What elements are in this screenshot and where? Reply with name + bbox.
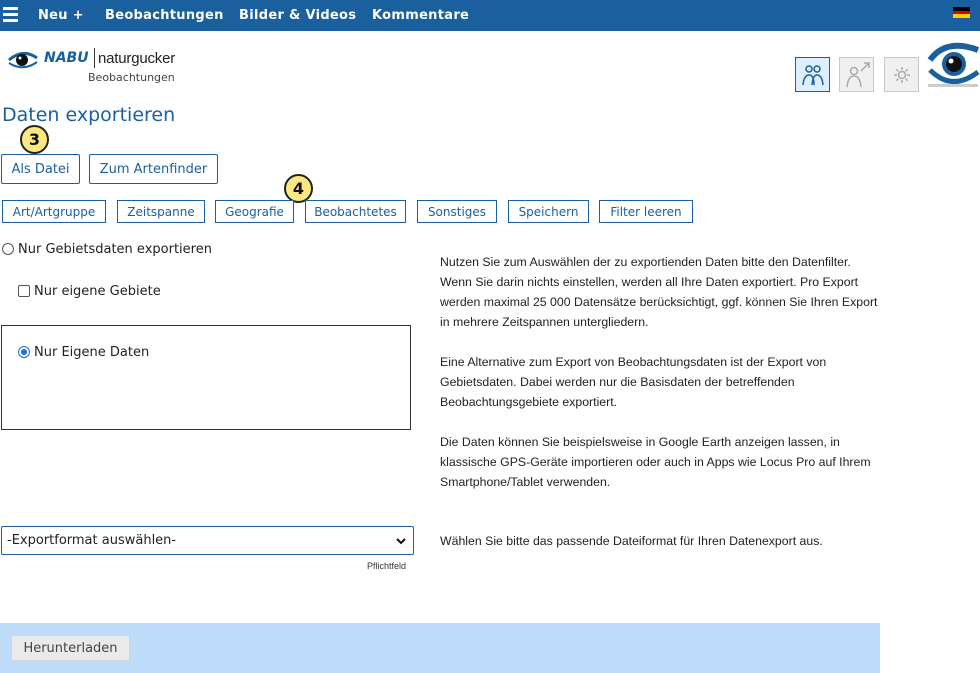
info-paragraph-2: Eine Alternative zum Export von Beobacht… xyxy=(440,355,827,409)
tab-speichern[interactable]: Speichern xyxy=(508,200,589,223)
nav-item-kommentare[interactable]: Kommentare xyxy=(372,8,469,23)
german-flag-icon[interactable] xyxy=(953,7,970,18)
people-icon xyxy=(801,64,824,85)
required-field-note: Pflichtfeld xyxy=(367,561,407,571)
eigene-daten-radio[interactable] xyxy=(18,346,30,358)
gebietsdaten-radio[interactable] xyxy=(2,243,14,255)
step-4-badge: 4 xyxy=(284,174,313,203)
eye-logo-icon xyxy=(8,52,38,69)
herunterladen-button[interactable]: Herunterladen xyxy=(11,635,130,661)
info-paragraph-3: Die Daten können Sie beispielsweise in G… xyxy=(440,435,871,489)
step-3-badge: 3 xyxy=(20,125,49,154)
logo-divider xyxy=(94,48,95,68)
nav-item-bilder-videos[interactable]: Bilder & Videos xyxy=(239,8,356,23)
als-datei-button[interactable]: Als Datei xyxy=(1,154,80,184)
person-share-icon xyxy=(845,61,870,87)
logo-name: naturgucker xyxy=(98,50,176,67)
tab-geografie[interactable]: Geografie xyxy=(215,200,294,223)
info-paragraph-1: Nutzen Sie zum Auswählen der zu exportie… xyxy=(440,255,878,329)
eigene-daten-label[interactable]: Nur Eigene Daten xyxy=(34,345,149,360)
tab-art-artgruppe[interactable]: Art/Artgruppe xyxy=(2,200,106,223)
eigene-gebiete-checkbox[interactable] xyxy=(18,285,30,297)
tab-zeitspanne[interactable]: Zeitspanne xyxy=(117,200,205,223)
hamburger-menu-icon[interactable] xyxy=(3,7,18,22)
zum-artenfinder-button[interactable]: Zum Artenfinder xyxy=(89,154,218,184)
eigene-daten-panel xyxy=(1,325,411,430)
naturgucker-eye-logo-icon xyxy=(927,42,980,87)
tab-sonstiges[interactable]: Sonstiges xyxy=(417,200,497,223)
export-format-hint: Wählen Sie bitte das passende Dateiforma… xyxy=(440,534,823,548)
logo-subtitle: Beobachtungen xyxy=(88,71,175,84)
export-format-selected: -Exportformat auswählen- xyxy=(7,533,177,548)
top-nav-bar: Neu + Beobachtungen Bilder & Videos Komm… xyxy=(0,0,980,31)
nav-item-neu[interactable]: Neu + xyxy=(38,8,84,23)
logo-brand: NABU xyxy=(44,50,89,66)
download-bar xyxy=(0,623,880,673)
export-format-select[interactable]: -Exportformat auswählen- xyxy=(1,526,414,555)
eigene-gebiete-label[interactable]: Nur eigene Gebiete xyxy=(34,284,161,299)
page-title: Daten exportieren xyxy=(2,104,176,126)
tab-beobachtetes[interactable]: Beobachtetes xyxy=(305,200,406,223)
gear-icon xyxy=(893,66,910,83)
gebietsdaten-label[interactable]: Nur Gebietsdaten exportieren xyxy=(18,242,212,257)
people-button[interactable] xyxy=(795,57,830,92)
nav-item-beobachtungen[interactable]: Beobachtungen xyxy=(105,8,224,23)
naturgucker-eye-logo[interactable] xyxy=(926,40,980,94)
settings-button[interactable] xyxy=(884,57,919,92)
person-share-button[interactable] xyxy=(839,57,874,92)
nabu-naturgucker-logo[interactable]: NABU naturgucker Beobachtungen xyxy=(7,44,187,86)
tab-filter-leeren[interactable]: Filter leeren xyxy=(599,200,693,223)
chevron-down-icon xyxy=(396,538,406,545)
